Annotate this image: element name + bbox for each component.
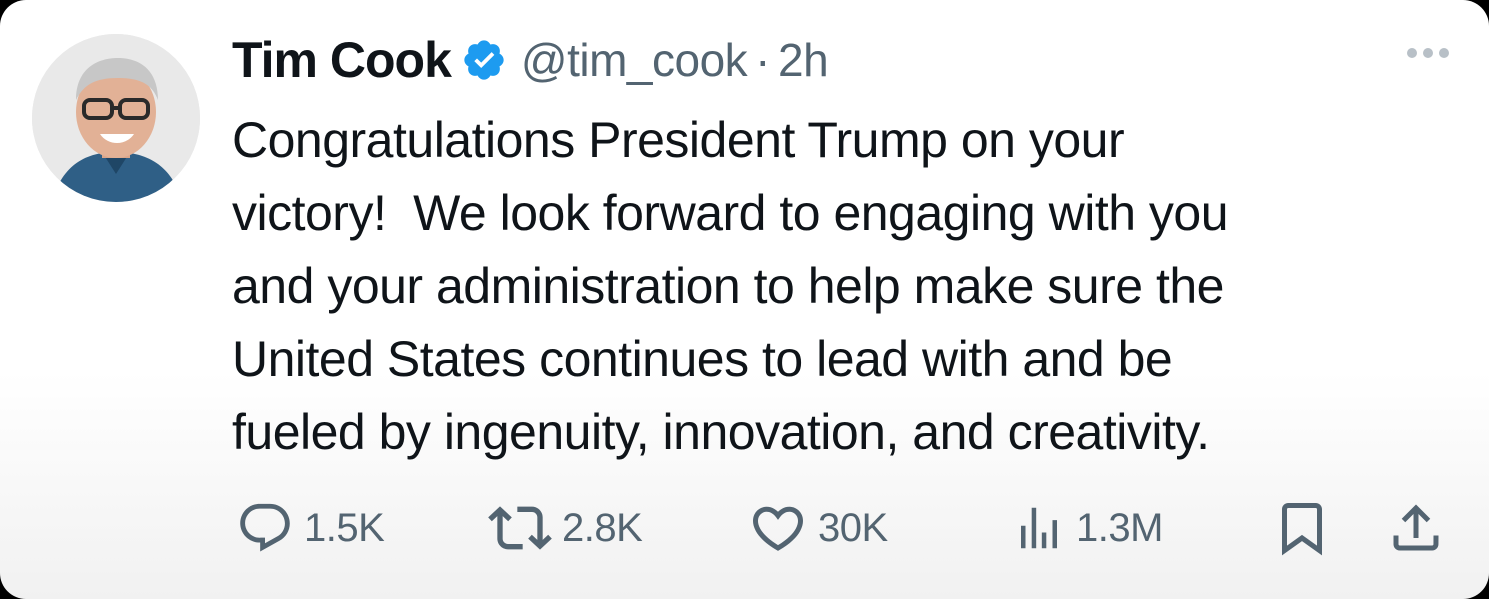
author-name[interactable]: Tim Cook	[232, 31, 452, 89]
bookmark-button[interactable]	[1272, 496, 1332, 560]
bookmark-icon	[1282, 503, 1322, 556]
like-count: 30K	[818, 505, 888, 550]
avatar[interactable]	[32, 34, 200, 202]
tweet-actions: 1.5K 2.8K 30K 1.3M	[236, 496, 1451, 560]
views-button[interactable]: 1.3M	[1012, 496, 1163, 560]
tweet-header: Tim Cook @tim_cook · 2h	[232, 30, 829, 90]
tweet-card: Tim Cook @tim_cook · 2h Congratulations …	[0, 0, 1489, 599]
more-dot	[1423, 48, 1433, 58]
reply-icon	[240, 503, 290, 552]
views-count: 1.3M	[1076, 505, 1163, 550]
share-button[interactable]	[1386, 496, 1446, 560]
tweet-text-line: and your administration to help make sur…	[232, 258, 1224, 314]
tweet-text-line: Congratulations President Trump on your	[232, 112, 1125, 168]
more-dot	[1439, 48, 1449, 58]
reply-count: 1.5K	[304, 505, 385, 550]
retweet-button[interactable]: 2.8K	[488, 496, 643, 560]
author-handle[interactable]: @tim_cook	[521, 33, 748, 87]
like-button[interactable]: 30K	[748, 496, 888, 560]
retweet-icon	[488, 506, 552, 550]
tweet-text-line: United States continues to lead with and…	[232, 331, 1173, 387]
heart-icon	[752, 506, 804, 551]
tweet-text: Congratulations President Trump on your …	[232, 104, 1432, 469]
avatar-photo	[32, 34, 200, 202]
reply-button[interactable]: 1.5K	[236, 496, 385, 560]
verified-badge-icon	[461, 37, 507, 83]
more-dot	[1407, 48, 1417, 58]
retweet-count: 2.8K	[562, 505, 643, 550]
views-icon	[1021, 507, 1057, 549]
tweet-text-line: fueled by ingenuity, innovation, and cre…	[232, 404, 1210, 460]
more-options-icon[interactable]	[1407, 48, 1449, 58]
tweet-text-line: victory! We look forward to engaging wit…	[232, 185, 1229, 241]
share-icon	[1393, 504, 1439, 551]
timestamp[interactable]: 2h	[778, 33, 829, 87]
separator-dot: ·	[755, 34, 770, 86]
